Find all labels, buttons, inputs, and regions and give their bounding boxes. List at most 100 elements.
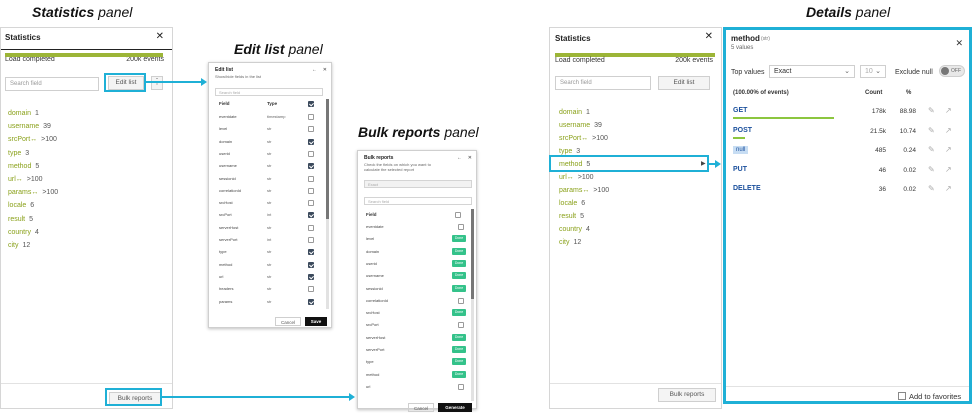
- filter-icon[interactable]: ✎: [928, 165, 935, 174]
- field-item[interactable]: params↔ >100: [559, 187, 609, 194]
- table-row[interactable]: url str: [215, 271, 323, 283]
- report-field-checkbox[interactable]: [458, 383, 464, 390]
- table-row[interactable]: headers str: [215, 283, 323, 295]
- value-link[interactable]: DELETE: [733, 185, 761, 192]
- field-item[interactable]: locale 6: [559, 200, 585, 207]
- field-item[interactable]: params↔ >100: [8, 189, 58, 196]
- field-item[interactable]: result 5: [559, 213, 584, 220]
- show-field-checkbox[interactable]: [308, 273, 314, 280]
- table-row[interactable]: url: [364, 381, 468, 393]
- open-external-icon[interactable]: ↗: [945, 145, 952, 154]
- table-row[interactable]: srcPort: [364, 319, 468, 331]
- cancel-button[interactable]: Cancel: [275, 317, 301, 326]
- add-favorites-checkbox[interactable]: [898, 392, 906, 400]
- table-row[interactable]: serverPort Done: [364, 344, 468, 356]
- edit-list-button[interactable]: Edit list: [658, 76, 710, 90]
- show-field-checkbox[interactable]: [308, 249, 314, 256]
- edit-list-search-input[interactable]: Search field: [215, 88, 323, 96]
- close-icon[interactable]: ✕: [468, 155, 472, 161]
- open-external-icon[interactable]: ↗: [945, 165, 952, 174]
- value-link[interactable]: PUT: [733, 166, 747, 173]
- show-field-checkbox[interactable]: [308, 175, 314, 182]
- field-item[interactable]: srcPort↔ >100: [559, 135, 608, 142]
- show-field-checkbox[interactable]: [308, 237, 314, 243]
- field-item[interactable]: type 3: [559, 148, 580, 155]
- field-item[interactable]: username 39: [8, 123, 51, 130]
- table-row[interactable]: serverPort int: [215, 234, 323, 246]
- show-field-checkbox[interactable]: [308, 187, 314, 194]
- table-row[interactable]: eventdate: [364, 221, 468, 233]
- table-row[interactable]: srcPort int: [215, 209, 323, 221]
- show-field-checkbox[interactable]: [308, 261, 314, 268]
- close-icon[interactable]: ✕: [323, 67, 327, 73]
- more-options-icon[interactable]: ⋮: [151, 76, 163, 90]
- table-row[interactable]: level Done: [364, 233, 468, 245]
- table-row[interactable]: method str: [215, 259, 323, 271]
- table-row[interactable]: domain str: [215, 136, 323, 148]
- filter-icon[interactable]: ✎: [928, 106, 935, 115]
- filter-icon[interactable]: ✎: [928, 184, 935, 193]
- table-row[interactable]: sessionid str: [215, 173, 323, 185]
- report-field-checkbox[interactable]: [458, 297, 464, 304]
- filter-icon[interactable]: ✎: [928, 145, 935, 154]
- table-row[interactable]: username str: [215, 160, 323, 172]
- table-row[interactable]: username Done: [364, 270, 468, 282]
- table-row[interactable]: serverHost Done: [364, 332, 468, 344]
- show-field-checkbox[interactable]: [308, 150, 314, 157]
- field-item[interactable]: username 39: [559, 122, 602, 129]
- open-external-icon[interactable]: ↗: [945, 126, 952, 135]
- search-field-input[interactable]: Search field: [5, 77, 99, 91]
- open-external-icon[interactable]: ↗: [945, 184, 952, 193]
- table-row[interactable]: level str: [215, 123, 323, 135]
- table-row[interactable]: userid Done: [364, 258, 468, 270]
- back-arrow-icon[interactable]: ←: [312, 67, 317, 73]
- table-row[interactable]: correlationId: [364, 295, 468, 307]
- field-item[interactable]: city 12: [559, 239, 581, 246]
- field-item[interactable]: city 12: [8, 242, 30, 249]
- field-item[interactable]: url↔ >100: [559, 174, 594, 181]
- field-item[interactable]: domain 1: [8, 110, 39, 117]
- table-row[interactable]: serverHost str: [215, 222, 323, 234]
- show-field-checkbox[interactable]: [308, 212, 314, 219]
- show-field-checkbox[interactable]: [308, 286, 314, 293]
- field-item[interactable]: url↔ >100: [8, 176, 43, 183]
- table-row[interactable]: method Done: [364, 369, 468, 381]
- bulk-scrollbar[interactable]: [471, 209, 474, 401]
- show-field-checkbox[interactable]: [308, 126, 314, 133]
- value-link[interactable]: GET: [733, 107, 747, 114]
- report-field-checkbox[interactable]: [458, 224, 464, 230]
- table-row[interactable]: eventdate timestamp: [215, 111, 323, 123]
- bulk-select-all-checkbox[interactable]: [455, 212, 461, 218]
- top-count-select[interactable]: 10 ⌄: [860, 65, 886, 78]
- search-field-input[interactable]: Search field: [555, 76, 651, 90]
- table-row[interactable]: params str: [215, 296, 323, 308]
- close-icon[interactable]: ✕: [156, 31, 164, 42]
- table-row[interactable]: srcHost str: [215, 197, 323, 209]
- show-field-checkbox[interactable]: [308, 200, 314, 207]
- value-link[interactable]: null: [733, 146, 749, 154]
- bulk-report-select[interactable]: Exact: [364, 180, 472, 188]
- table-row[interactable]: type Done: [364, 356, 468, 368]
- field-item[interactable]: locale 6: [8, 202, 34, 209]
- field-item[interactable]: type 3: [8, 150, 29, 157]
- field-item[interactable]: method 5: [8, 163, 39, 170]
- bulk-reports-button[interactable]: Bulk reports: [658, 388, 716, 402]
- report-field-checkbox[interactable]: [458, 322, 464, 329]
- field-item[interactable]: result 5: [8, 216, 33, 223]
- close-icon[interactable]: ✕: [705, 31, 713, 42]
- table-row[interactable]: userid str: [215, 148, 323, 160]
- table-row[interactable]: domain Done: [364, 246, 468, 258]
- show-field-checkbox[interactable]: [308, 224, 314, 231]
- field-item[interactable]: domain 1: [559, 109, 590, 116]
- save-button[interactable]: Save: [305, 317, 327, 326]
- field-item[interactable]: srcPort↔ >100: [8, 136, 57, 143]
- select-all-checkbox[interactable]: [308, 101, 314, 107]
- table-row[interactable]: sessionid Done: [364, 283, 468, 295]
- show-field-checkbox[interactable]: [308, 114, 314, 120]
- open-external-icon[interactable]: ↗: [945, 106, 952, 115]
- table-row[interactable]: correlationId str: [215, 185, 323, 197]
- field-item[interactable]: country 4: [559, 226, 590, 233]
- generate-button[interactable]: Generate: [438, 403, 472, 412]
- close-icon[interactable]: ✕: [955, 38, 963, 49]
- show-field-checkbox[interactable]: [308, 163, 314, 170]
